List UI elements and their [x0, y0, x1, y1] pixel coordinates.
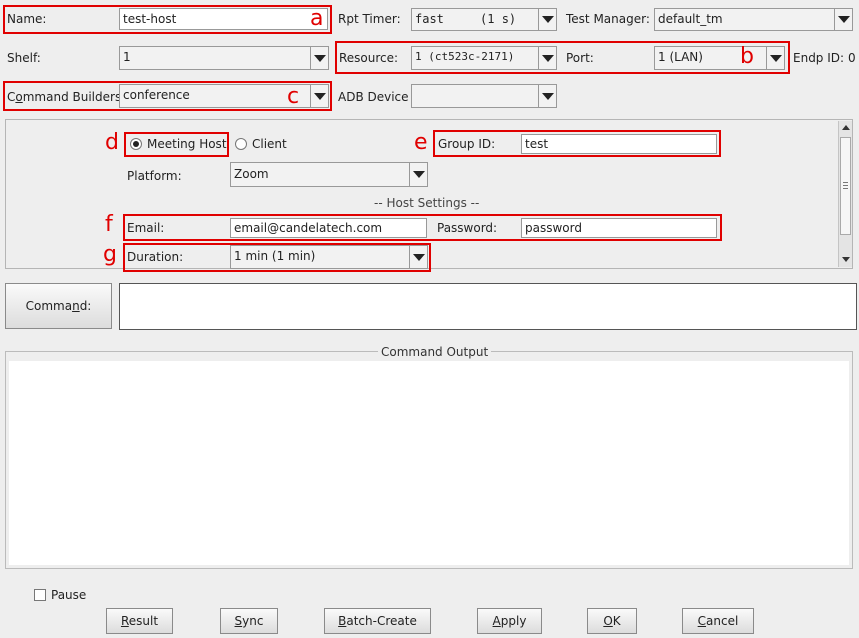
chevron-down-icon[interactable] — [538, 9, 556, 30]
command-output-area[interactable] — [9, 361, 849, 565]
annotation-letter-b: b — [740, 44, 754, 69]
annotation-letter-c: c — [287, 84, 300, 109]
platform-value: Zoom — [234, 167, 269, 181]
annotation-box-c — [3, 81, 332, 111]
platform-label: Platform: — [127, 169, 182, 183]
command-button[interactable]: Command: — [5, 283, 112, 329]
pause-checkbox[interactable] — [34, 589, 46, 601]
annotation-box-b — [335, 41, 790, 74]
host-settings-title: -- Host Settings -- — [374, 196, 480, 210]
scroll-up-icon[interactable] — [842, 125, 850, 130]
test-manager-combo[interactable]: default_tm — [654, 8, 853, 31]
sync-button[interactable]: Sync — [220, 608, 278, 634]
scrollbar-thumb[interactable] — [840, 137, 851, 235]
annotation-box-e — [433, 130, 721, 157]
client-label[interactable]: Client — [252, 137, 287, 151]
annotation-letter-g: g — [103, 242, 117, 267]
scroll-down-icon[interactable] — [842, 257, 850, 262]
annotation-box-f — [123, 214, 722, 241]
rpt-timer-value: fast (1 s) — [415, 12, 517, 26]
builder-scrollbar[interactable] — [838, 121, 852, 267]
chevron-down-icon[interactable] — [538, 85, 556, 107]
chevron-down-icon[interactable] — [409, 163, 427, 186]
adb-device-label: ADB Device — [338, 90, 409, 104]
endp-id-label: Endp ID: — [793, 51, 845, 65]
batch-create-button[interactable]: Batch-Create — [324, 608, 431, 634]
annotation-letter-e: e — [414, 130, 428, 155]
annotation-letter-a: a — [310, 6, 324, 31]
shelf-value: 1 — [123, 50, 131, 64]
annotation-letter-d: d — [105, 130, 119, 155]
annotation-box-d — [124, 132, 229, 157]
apply-button[interactable]: Apply — [477, 608, 542, 634]
chevron-down-icon[interactable] — [310, 47, 328, 69]
cancel-button[interactable]: Cancel — [682, 608, 754, 634]
annotation-letter-f: f — [105, 212, 113, 237]
ok-button[interactable]: OK — [587, 608, 637, 634]
adb-device-combo[interactable] — [411, 84, 557, 108]
platform-combo[interactable]: Zoom — [230, 162, 428, 187]
endp-id-value: 0 — [848, 51, 856, 65]
chevron-down-icon[interactable] — [834, 9, 852, 30]
shelf-label: Shelf: — [7, 51, 41, 65]
rpt-timer-combo[interactable]: fast (1 s) — [411, 8, 557, 31]
command-output-title: Command Output — [378, 345, 492, 359]
test-manager-value: default_tm — [658, 12, 723, 26]
command-input[interactable] — [119, 283, 857, 330]
rpt-timer-label: Rpt Timer: — [338, 12, 401, 26]
result-button[interactable]: Result — [106, 608, 173, 634]
annotation-box-a — [3, 5, 332, 34]
shelf-combo[interactable]: 1 — [119, 46, 329, 70]
pause-label[interactable]: Pause — [51, 588, 86, 602]
annotation-box-g — [123, 243, 431, 272]
test-manager-label: Test Manager: — [566, 12, 650, 26]
client-radio[interactable] — [235, 138, 247, 150]
